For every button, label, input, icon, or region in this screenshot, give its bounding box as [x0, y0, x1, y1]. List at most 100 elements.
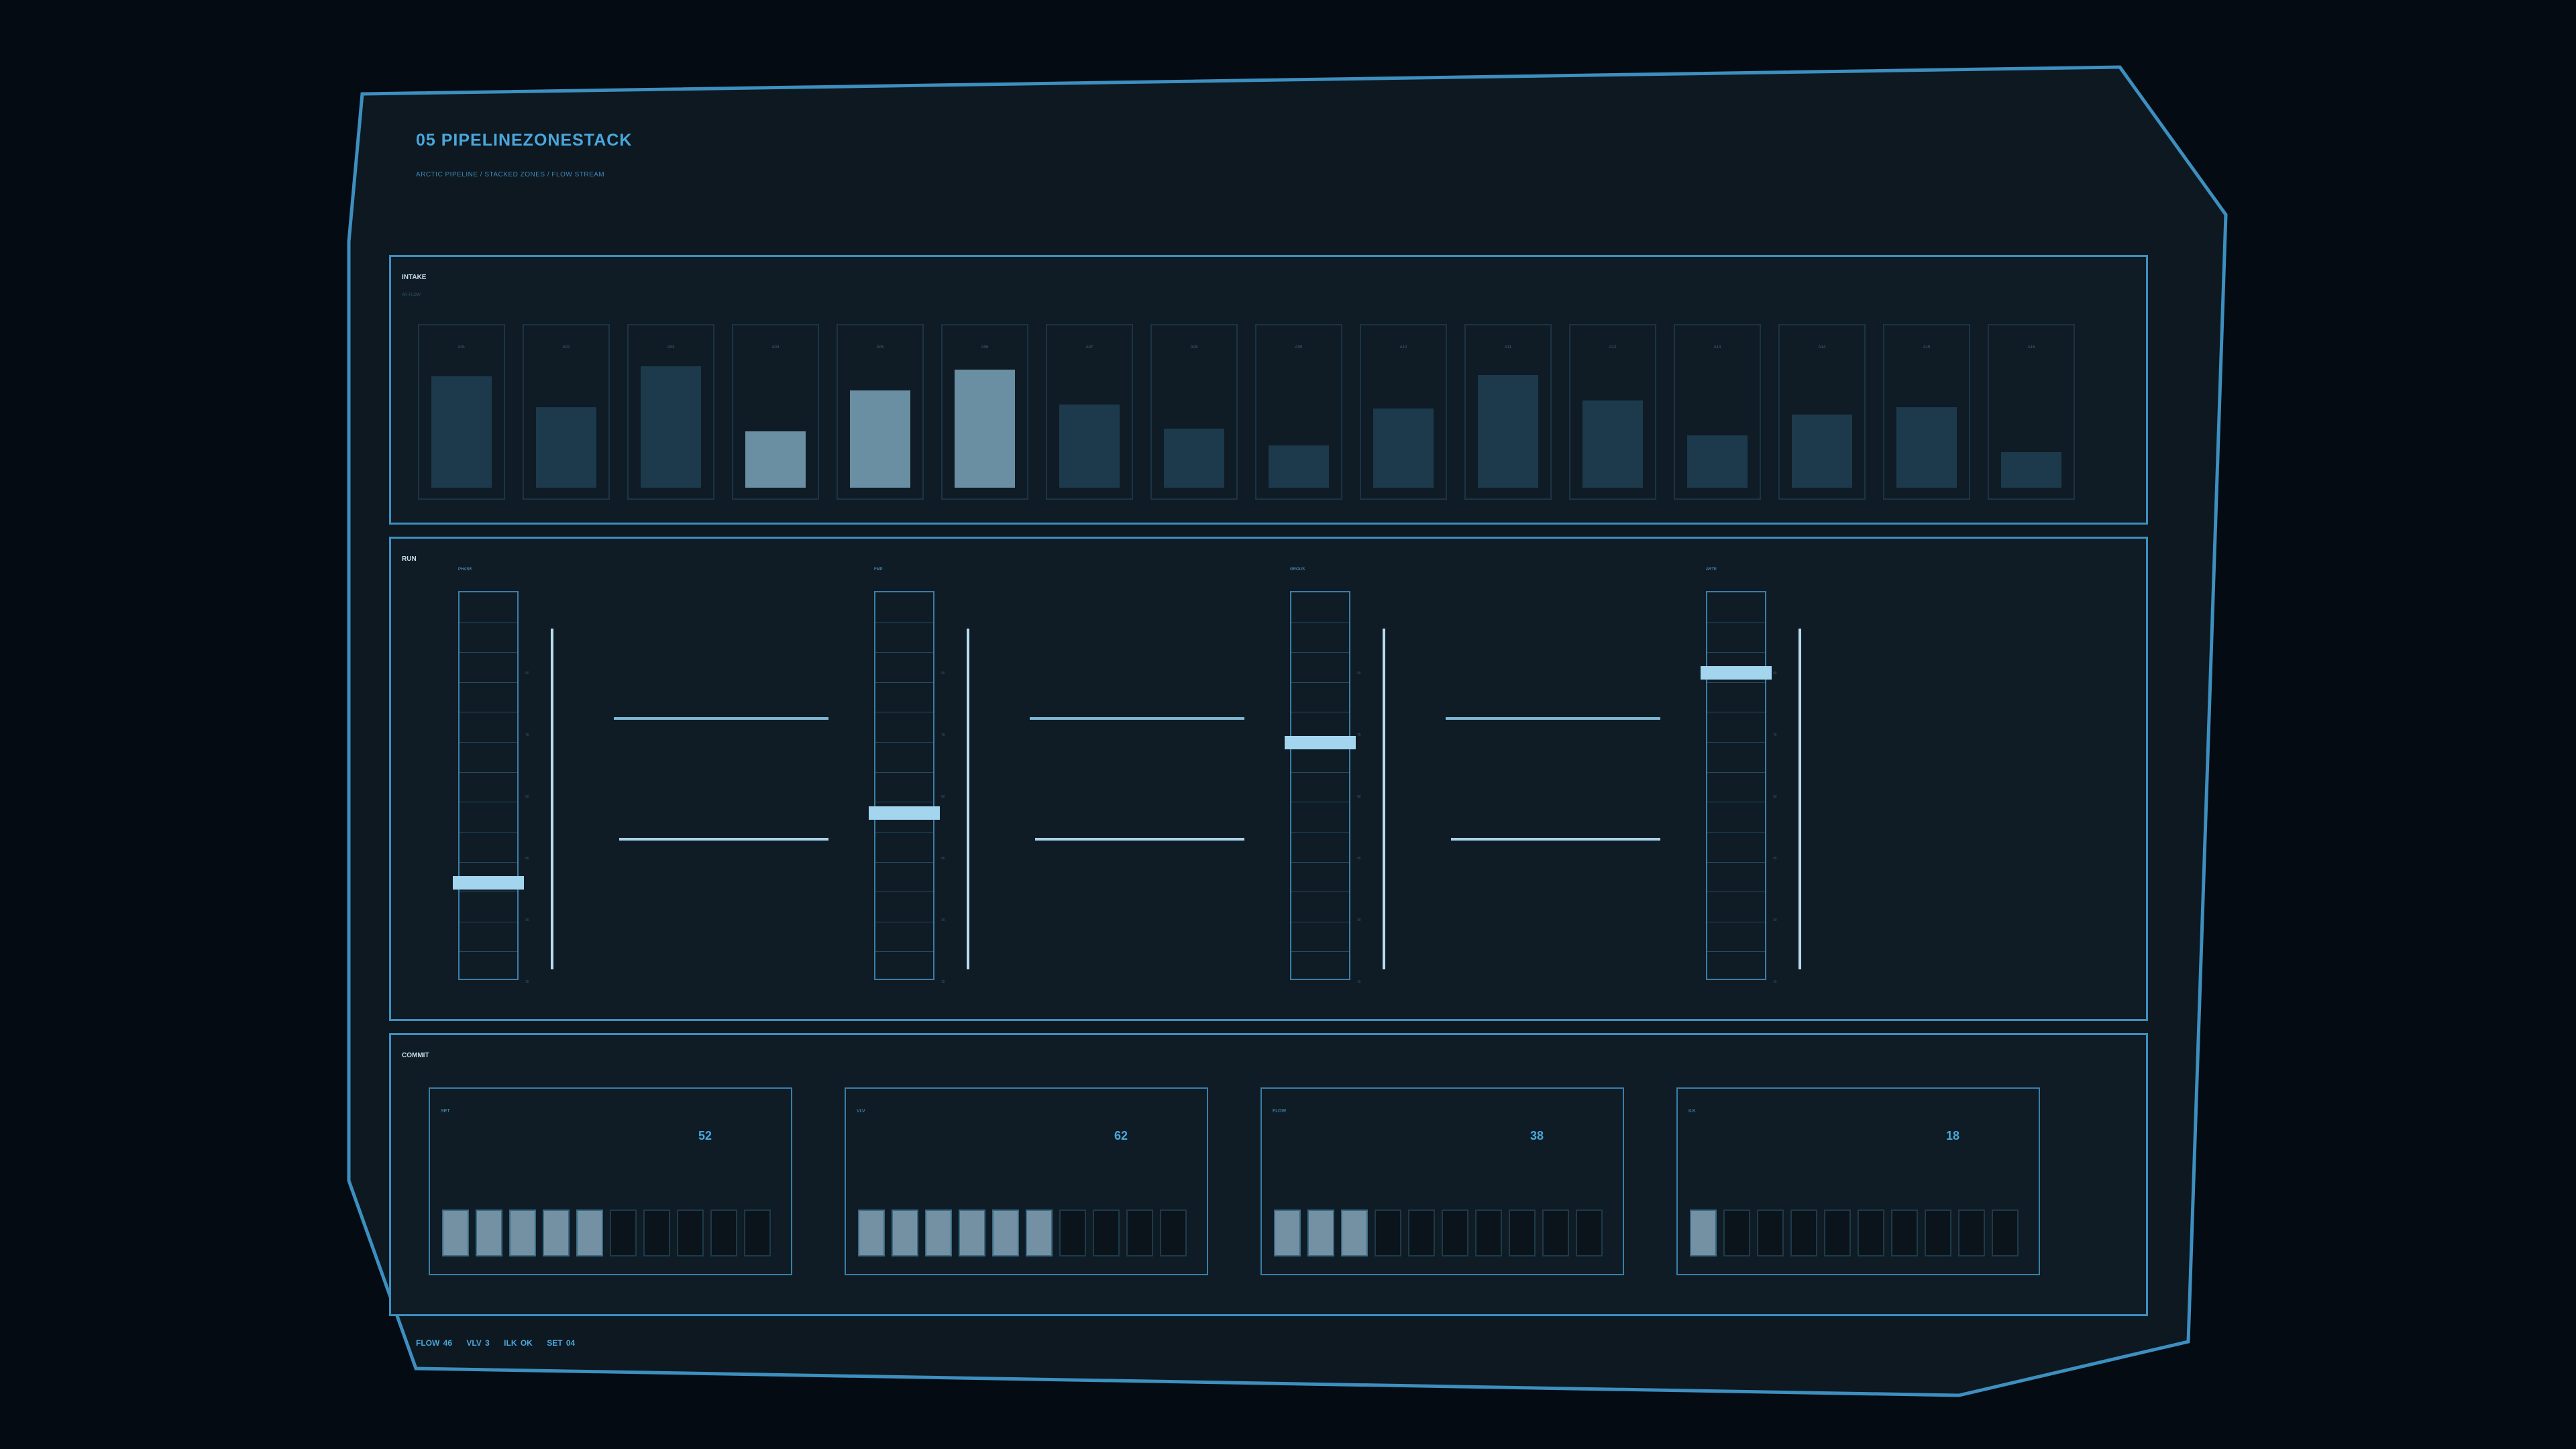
run-link-line-upper [1446, 717, 1660, 720]
run-link-line-upper [1030, 717, 1244, 720]
status-set: SET 04 [547, 1338, 576, 1348]
intake-cell[interactable]: A09 [1255, 324, 1342, 500]
run-tick-label: 45 [525, 857, 529, 861]
commit-segment [925, 1210, 952, 1256]
commit-segment [1891, 1210, 1918, 1256]
intake-cell[interactable]: A15 [1883, 324, 1970, 500]
commit-segment [1026, 1210, 1053, 1256]
run-tick-label: 15 [1773, 980, 1777, 984]
run-link-line-lower [619, 838, 828, 841]
run-tick-label: 45 [1773, 857, 1777, 861]
commit-panel-code: SET [441, 1109, 450, 1114]
intake-cell[interactable]: A10 [1360, 324, 1447, 500]
commit-panel[interactable]: ILK 18 [1676, 1087, 2040, 1275]
intake-cell[interactable]: A03 [627, 324, 714, 500]
commit-segment [710, 1210, 737, 1256]
intake-level-bar [1582, 400, 1643, 488]
run-tick-label: 30 [525, 918, 529, 922]
commit-panel[interactable]: FLOW 38 [1260, 1087, 1624, 1275]
intake-cell[interactable]: A06 [941, 324, 1028, 500]
commit-segment [1723, 1210, 1750, 1256]
track-gridline [1707, 772, 1765, 773]
track-gridline [1291, 682, 1349, 683]
intake-cell[interactable]: A13 [1674, 324, 1761, 500]
intake-cell-code: A15 [1923, 345, 1931, 350]
track-gridline [460, 682, 517, 683]
intake-level-bar [745, 431, 806, 488]
intake-cell-code: A08 [1190, 345, 1198, 350]
intake-cell[interactable]: A16 [1988, 324, 2075, 500]
intake-level-bar [955, 370, 1015, 488]
commit-segment [1542, 1210, 1569, 1256]
commit-segment [1958, 1210, 1985, 1256]
run-tick-label: 90 [1357, 672, 1361, 676]
intake-level-bar [1478, 375, 1538, 488]
commit-segment [959, 1210, 985, 1256]
run-tick-label: 30 [1357, 918, 1361, 922]
run-channel-code: GROUS [1290, 568, 1305, 572]
commit-segment [1375, 1210, 1401, 1256]
intake-cell[interactable]: A12 [1569, 324, 1656, 500]
intake-cell[interactable]: A04 [732, 324, 819, 500]
intake-level-bar [1059, 405, 1120, 488]
commit-panel[interactable]: SET 52 [429, 1087, 792, 1275]
run-fader-knob[interactable] [869, 806, 940, 820]
run-tick-label: 45 [941, 857, 945, 861]
run-channel-code: FMP [874, 568, 883, 572]
track-gridline [1291, 832, 1349, 833]
commit-segment [858, 1210, 885, 1256]
intake-level-bar [1896, 407, 1957, 488]
commit-segment [509, 1210, 536, 1256]
run-tick-label: 60 [525, 795, 529, 799]
intake-cell[interactable]: A05 [837, 324, 924, 500]
intake-cell[interactable]: A08 [1150, 324, 1238, 500]
commit-segment [1274, 1210, 1301, 1256]
intake-cell[interactable]: A01 [418, 324, 505, 500]
intake-cell-code: A11 [1504, 345, 1512, 350]
commit-panel-value: 18 [1946, 1129, 1960, 1142]
track-gridline [1707, 682, 1765, 683]
commit-panel-code: FLOW [1273, 1109, 1287, 1114]
run-tick-label: 75 [1357, 733, 1361, 737]
intake-cell-code: A05 [876, 345, 884, 350]
intake-cell[interactable]: A14 [1778, 324, 1866, 500]
run-fader-knob[interactable] [1701, 666, 1772, 680]
commit-segment [610, 1210, 637, 1256]
commit-segment [677, 1210, 704, 1256]
commit-segment [476, 1210, 502, 1256]
intake-cell[interactable]: A02 [523, 324, 610, 500]
track-gridline [875, 951, 933, 952]
track-gridline [460, 832, 517, 833]
intake-cell-code: A06 [981, 345, 989, 350]
intake-zone: INTAKE AR-FLOW A01 A02 A03 A04 A05 A06 A07 A08 A… [389, 255, 2148, 525]
run-link-line-upper [614, 717, 828, 720]
run-tick-label: 90 [1773, 672, 1777, 676]
run-fader-knob[interactable] [453, 876, 524, 890]
commit-panel[interactable]: VLV 62 [845, 1087, 1208, 1275]
intake-cell-code: A13 [1713, 345, 1721, 350]
commit-segment [1690, 1210, 1717, 1256]
run-fader-track[interactable] [1290, 591, 1350, 980]
run-tick-label: 30 [1773, 918, 1777, 922]
intake-cell-code: A01 [458, 345, 466, 350]
commit-panel-code: ILK [1688, 1109, 1696, 1114]
commit-segment [744, 1210, 771, 1256]
run-fader-track[interactable] [1706, 591, 1766, 980]
intake-cell-code: A10 [1399, 345, 1407, 350]
run-fader-track[interactable] [458, 591, 519, 980]
track-gridline [460, 951, 517, 952]
track-gridline [460, 742, 517, 743]
run-fader-knob[interactable] [1285, 736, 1356, 749]
intake-level-bar [1164, 429, 1224, 488]
run-tick-label: 60 [941, 795, 945, 799]
commit-segment [1408, 1210, 1435, 1256]
run-fader-track[interactable] [874, 591, 934, 980]
run-tick-label: 90 [941, 672, 945, 676]
commit-segment [1757, 1210, 1784, 1256]
intake-cell[interactable]: A07 [1046, 324, 1133, 500]
run-tick-label: 45 [1357, 857, 1361, 861]
intake-label: INTAKE [402, 274, 427, 281]
commit-panel-value: 52 [698, 1129, 712, 1142]
commit-segment [1858, 1210, 1884, 1256]
intake-cell[interactable]: A11 [1464, 324, 1552, 500]
